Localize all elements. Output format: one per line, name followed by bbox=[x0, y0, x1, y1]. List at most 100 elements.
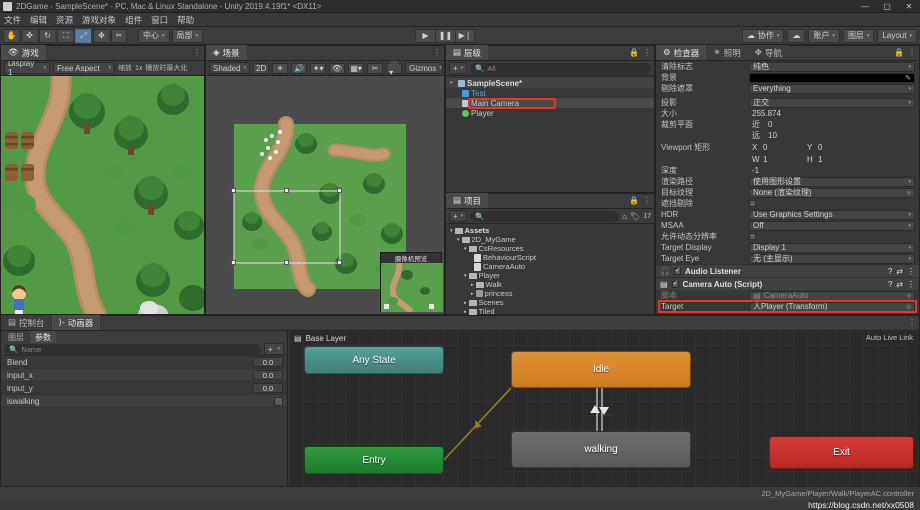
rotate-tool-icon[interactable]: ↻ bbox=[39, 28, 55, 43]
project-item-behaviourscript[interactable]: BehaviourScript bbox=[448, 253, 654, 262]
state-node-idle[interactable]: Idle bbox=[511, 351, 691, 388]
cloud-button[interactable]: ☁ bbox=[787, 28, 806, 43]
scene-gizmo-handle[interactable] bbox=[231, 260, 236, 265]
maximize-button[interactable]: ▢ bbox=[876, 0, 898, 13]
maximize-on-play-label[interactable]: 播放时最大化 bbox=[145, 63, 187, 73]
state-node-exit[interactable]: Exit bbox=[769, 436, 914, 469]
transform-tool-icon[interactable]: ✥ bbox=[93, 28, 109, 43]
field-msaa[interactable]: MSAA Off ▾ bbox=[656, 220, 919, 231]
project-toolbar[interactable]: + ▾ 🔍 ⌂ 🏷 17 bbox=[446, 209, 654, 224]
hierarchy-item-samplescene[interactable]: ▾ SampleScene* bbox=[446, 78, 654, 88]
filter-by-label-icon[interactable]: 🏷 bbox=[630, 212, 640, 221]
2d-toggle-button[interactable]: 2D bbox=[253, 62, 270, 74]
parameter-value[interactable]: 0.0 bbox=[253, 370, 283, 380]
component-camera-auto-script[interactable]: ▤ Camera Auto (Script) ? ⇄ ⋮ bbox=[656, 277, 919, 290]
project-item-assets[interactable]: ▾ Assets bbox=[448, 226, 654, 235]
scene-render-canvas[interactable]: 摄像机预览 bbox=[206, 76, 444, 314]
field-far-plane[interactable]: 远 10 bbox=[656, 130, 919, 141]
parameter-search-row[interactable]: 🔍 Name + ▾ bbox=[1, 343, 287, 356]
project-item-player[interactable]: ▾ Player bbox=[448, 271, 654, 280]
move-speed-input[interactable]: 0.03 bbox=[749, 313, 915, 314]
component-menu-icon[interactable]: ⋮ bbox=[907, 280, 915, 289]
camera-settings-icon[interactable]: 🎥▾ bbox=[386, 59, 403, 77]
hierarchy-tree[interactable]: ▾ SampleScene* Test Main Camera Player bbox=[446, 76, 654, 118]
parameter-value[interactable]: 0.0 bbox=[253, 383, 283, 393]
eyedropper-icon[interactable]: ✎ bbox=[905, 74, 911, 82]
field-target[interactable]: Target 人Player (Transform) ◎ bbox=[656, 301, 919, 312]
expand-triangle-icon[interactable]: ▾ bbox=[464, 273, 467, 279]
project-item-csresources[interactable]: ▾ CsResources bbox=[448, 244, 654, 253]
preset-icon[interactable]: ⇄ bbox=[896, 280, 903, 289]
preset-icon[interactable]: ⇄ bbox=[896, 267, 903, 276]
menu-item-window[interactable]: 窗口 bbox=[151, 14, 168, 26]
component-menu-icon[interactable]: ⋮ bbox=[907, 267, 915, 276]
field-hdr[interactable]: HDR Use Graphics Settings ▾ bbox=[656, 209, 919, 220]
audio-toggle-icon[interactable]: 🔊 bbox=[291, 62, 308, 74]
menu-bar[interactable]: 文件 编辑 资源 游戏对象 组件 窗口 帮助 bbox=[0, 13, 920, 27]
parameter-row-iswalking[interactable]: iswalking bbox=[1, 395, 287, 408]
sub-tab-parameters[interactable]: 参数 bbox=[30, 331, 56, 343]
pivot-mode-dropdown[interactable]: 中心 ▾ bbox=[138, 28, 170, 43]
menu-item-gameobject[interactable]: 游戏对象 bbox=[82, 14, 116, 26]
create-asset-button[interactable]: + ▾ bbox=[449, 210, 467, 222]
project-item-walk[interactable]: ▸ Walk bbox=[448, 280, 654, 289]
expand-triangle-icon[interactable]: ▸ bbox=[464, 309, 467, 315]
expand-triangle-icon[interactable]: ▸ bbox=[471, 282, 474, 288]
project-item-scenes[interactable]: ▸ Scenes bbox=[448, 298, 654, 307]
tab-lighting[interactable]: ☀ 照明 bbox=[706, 45, 748, 60]
menu-item-file[interactable]: 文件 bbox=[4, 14, 21, 26]
near-plane-input[interactable]: 近 0 bbox=[749, 120, 915, 130]
inspector-menu-icon[interactable]: ⋮ bbox=[908, 48, 916, 57]
animator-state-graph[interactable]: ▤ Base Layer Auto Live Link Any State En… bbox=[289, 331, 919, 499]
display-dropdown[interactable]: Display 1 ▾ bbox=[4, 59, 50, 77]
aspect-dropdown[interactable]: Free Aspect ▾ bbox=[53, 62, 115, 74]
target-object-field[interactable]: 人Player (Transform) ◎ bbox=[749, 301, 915, 312]
parameter-row-input-x[interactable]: input_x 0.0 bbox=[1, 369, 287, 382]
scene-gizmo-handle[interactable] bbox=[231, 188, 236, 193]
object-picker-icon[interactable]: ◎ bbox=[907, 190, 911, 196]
iswalking-checkbox[interactable] bbox=[274, 396, 283, 406]
collab-dropdown[interactable]: ☁ 协作 ▾ bbox=[741, 28, 785, 43]
lock-icon[interactable]: 🔒 bbox=[894, 48, 904, 57]
parameter-row-input-y[interactable]: input_y 0.0 bbox=[1, 382, 287, 395]
sub-tab-layers[interactable]: 图层 bbox=[3, 331, 29, 343]
field-size[interactable]: 大小 255.874 bbox=[656, 108, 919, 119]
field-projection[interactable]: 投影 正交 ▾ bbox=[656, 97, 919, 108]
inspector-tabs[interactable]: ⚙ 检查器 ☀ 照明 ✥ 导航 🔒 ⋮ bbox=[656, 45, 919, 61]
field-move-speed[interactable]: Move Speed 0.03 bbox=[656, 312, 919, 314]
hierarchy-item-test[interactable]: Test bbox=[446, 88, 654, 98]
tab-project[interactable]: ▤ 项目 bbox=[446, 193, 489, 208]
minimize-button[interactable]: — bbox=[854, 0, 876, 13]
game-view-menu-icon[interactable]: ⋮ bbox=[193, 48, 201, 57]
audio-listener-enabled-checkbox[interactable] bbox=[673, 266, 681, 275]
lighting-toggle-icon[interactable]: ☀ bbox=[272, 62, 289, 74]
viewport-x-input[interactable]: X 0 bbox=[749, 142, 804, 152]
animator-menu-icon[interactable]: ⋮ bbox=[908, 318, 916, 327]
tab-game[interactable]: 👁 游戏 bbox=[1, 45, 46, 60]
camera-auto-enabled-checkbox[interactable] bbox=[671, 279, 679, 288]
parameter-row-blend[interactable]: Blend 0.0 bbox=[1, 356, 287, 369]
viewport-y-input[interactable]: Y 0 bbox=[804, 142, 915, 152]
parameter-list[interactable]: Blend 0.0 input_x 0.0 input_y 0.0 iswalk… bbox=[1, 356, 287, 408]
hierarchy-item-main-camera[interactable]: Main Camera bbox=[446, 98, 654, 108]
occlusion-culling-checkbox[interactable] bbox=[749, 200, 756, 207]
pause-button[interactable]: ❚❚ bbox=[435, 28, 455, 43]
viewport-w-input[interactable]: W 1 bbox=[749, 154, 804, 164]
lock-icon[interactable]: 🔒 bbox=[629, 48, 639, 57]
projection-dropdown[interactable]: 正交 ▾ bbox=[749, 97, 915, 108]
viewport-h-input[interactable]: H 1 bbox=[804, 154, 915, 164]
help-icon[interactable]: ? bbox=[888, 267, 892, 276]
state-node-entry[interactable]: Entry bbox=[304, 446, 444, 474]
expand-triangle-icon[interactable]: ▾ bbox=[457, 237, 460, 243]
hierarchy-tabs[interactable]: ▤ 层级 🔒 ⋮ bbox=[446, 45, 654, 61]
tab-console[interactable]: ▤ 控制台 bbox=[1, 315, 52, 330]
animator-tabs[interactable]: ▤ 控制台 ⟩- 动画器 ⋮ bbox=[1, 315, 919, 331]
window-controls[interactable]: — ▢ ✕ bbox=[854, 0, 920, 13]
hierarchy-search-input[interactable]: 🔍 All bbox=[470, 62, 651, 74]
hierarchy-toolbar[interactable]: + ▾ 🔍 All bbox=[446, 61, 654, 76]
parameter-search-input[interactable]: 🔍 Name bbox=[4, 343, 261, 355]
project-menu-icon[interactable]: ⋮ bbox=[643, 196, 651, 205]
inspector-content[interactable]: 清除标志 纯色 ▾ 背景 ✎ 剔除遮罩 Everything ▾ 投影 正交 ▾… bbox=[656, 61, 919, 314]
parameter-value[interactable]: 0.0 bbox=[253, 357, 283, 367]
expand-triangle-icon[interactable]: ▾ bbox=[464, 246, 467, 252]
